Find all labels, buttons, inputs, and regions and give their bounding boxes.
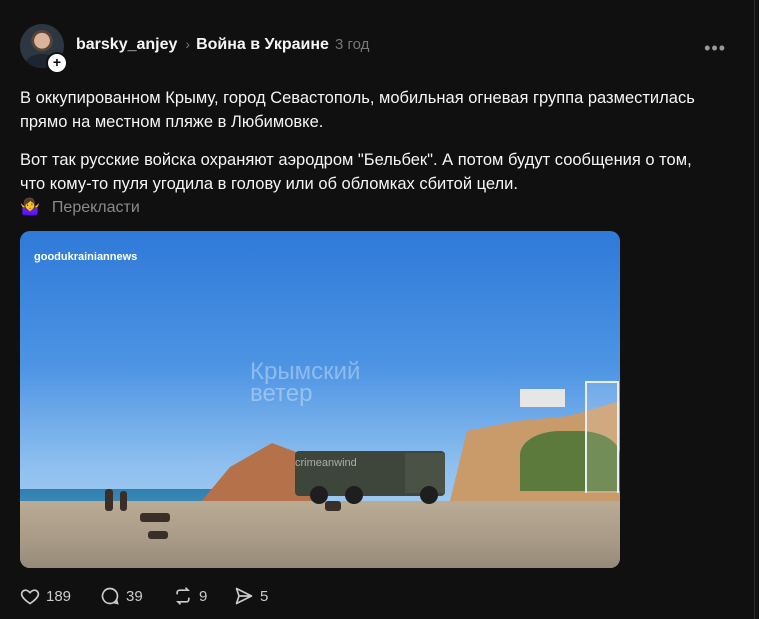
post-time: 3 год [334, 36, 370, 53]
username[interactable]: barsky_anjey [76, 36, 177, 53]
share-count: 5 [260, 587, 269, 605]
image-wheel [345, 486, 363, 504]
post-card: + barsky_anjey › Война в Украине 3 год ••• … [0, 0, 755, 619]
share-button[interactable]: 5 [234, 586, 268, 606]
repost-icon [175, 587, 191, 605]
image-watermark-brand: Крымский ветер [250, 358, 361, 407]
like-button[interactable]: 189 [20, 586, 71, 606]
image-house [520, 389, 565, 407]
translate-link[interactable]: 🤷‍♀️ Перекласти [20, 197, 140, 217]
image-beach [20, 501, 620, 568]
reply-button[interactable]: 39 [100, 586, 143, 606]
image-person [148, 531, 168, 539]
more-icon[interactable]: ••• [704, 38, 726, 59]
image-person [120, 491, 127, 511]
image-person [140, 513, 170, 522]
post-meta: barsky_anjey › Война в Украине 3 год [76, 36, 369, 54]
chevron-right-icon: › [185, 36, 191, 52]
repost-count: 9 [199, 587, 208, 605]
post-image[interactable]: goodukrainiannews Крымский ветер crimean… [20, 231, 620, 568]
plus-icon[interactable]: + [46, 52, 68, 74]
image-lifeguard-tower [585, 381, 619, 493]
post-header: + barsky_anjey › Война в Украине 3 год ••• [20, 24, 734, 74]
topic-link[interactable]: Война в Украине [196, 36, 329, 53]
image-person [105, 489, 113, 511]
translate-label: Перекласти [51, 199, 140, 216]
like-count: 189 [46, 587, 72, 605]
image-watermark-account: goodukrainiannews [34, 251, 138, 263]
image-wheel [420, 486, 438, 504]
comment-icon [101, 587, 119, 605]
post-paragraph-2: Вот так русские войска охраняют аэродром… [20, 151, 692, 193]
image-watermark-handle: crimeanwind [295, 457, 357, 469]
reply-count: 39 [126, 587, 143, 605]
shrug-emoji-icon: 🤷‍♀️ [20, 199, 40, 216]
image-person [325, 501, 341, 511]
send-icon [235, 587, 253, 605]
post-paragraph-1: В оккупированном Крыму, город Севастопол… [20, 89, 695, 131]
repost-button[interactable]: 9 [173, 586, 207, 606]
heart-icon [20, 589, 40, 605]
